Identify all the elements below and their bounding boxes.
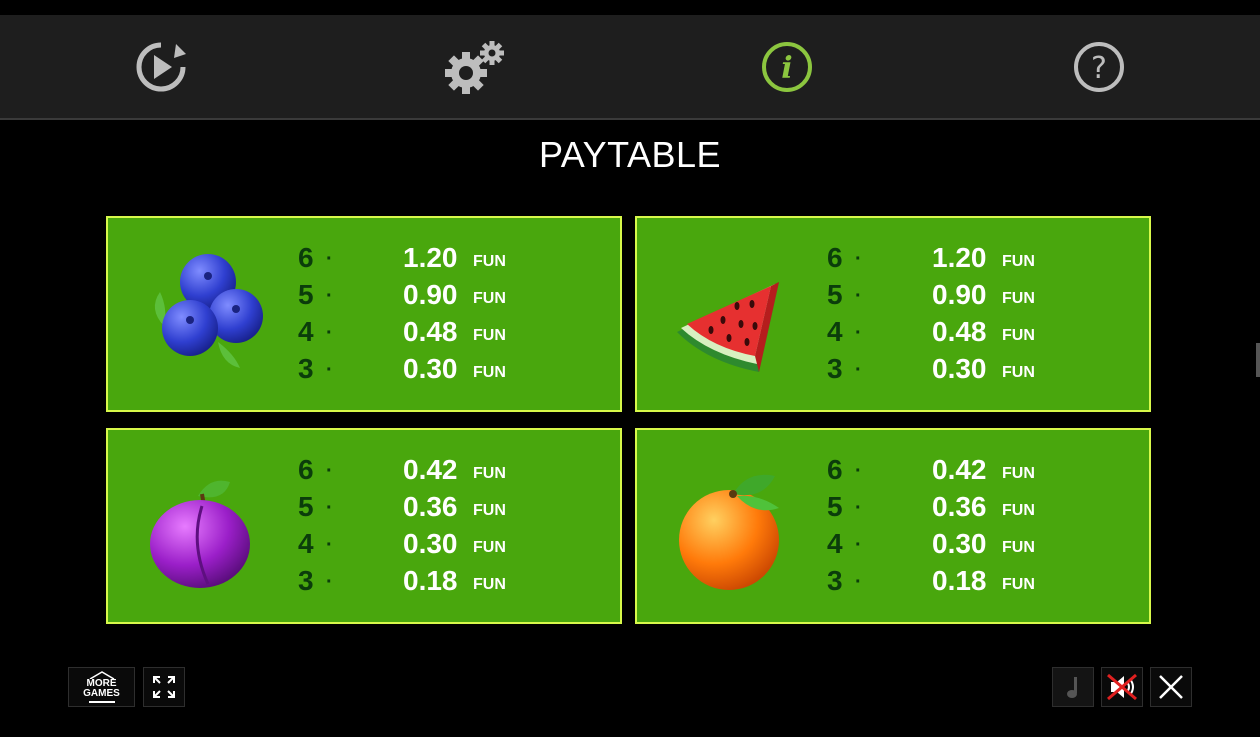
payout-row: 5 · 0.90 FUN xyxy=(827,279,1035,310)
sound-muted-icon xyxy=(1107,673,1137,701)
currency-label: FUN xyxy=(473,576,506,593)
svg-text:?: ? xyxy=(1091,51,1107,86)
payout-row: 6 · 1.20 FUN xyxy=(298,242,506,273)
payout-row: 4 · 0.30 FUN xyxy=(827,528,1035,559)
currency-label: FUN xyxy=(1002,253,1035,270)
close-button[interactable] xyxy=(1150,667,1192,707)
autoplay-icon xyxy=(136,42,186,92)
payout-value: 1.20 xyxy=(932,242,987,273)
payout-list: 6 · 0.42 FUN 5 · 0.36 FUN 4 · 0.30 FUN 3 · 0… xyxy=(827,454,1087,602)
orange-icon xyxy=(679,474,779,590)
payout-value: 0.30 xyxy=(932,353,987,384)
payout-value: 0.30 xyxy=(932,528,987,559)
sound-toggle-button[interactable] xyxy=(1101,667,1143,707)
symbol-count: 3 xyxy=(298,565,314,596)
payout-row: 5 · 0.36 FUN xyxy=(298,491,506,522)
more-games-label: MORE GAMES xyxy=(83,678,120,699)
side-scroll-tab[interactable] xyxy=(1256,343,1260,377)
currency-label: FUN xyxy=(1002,465,1035,482)
symbol-count: 4 xyxy=(827,528,843,559)
fullscreen-icon xyxy=(153,676,175,698)
symbol-count: 4 xyxy=(298,316,314,347)
paytable-panel-orange: 6 · 0.42 FUN 5 · 0.36 FUN 4 · 0.30 FUN 3 · 0… xyxy=(635,428,1151,624)
payout-value: 0.36 xyxy=(403,491,458,522)
currency-label: FUN xyxy=(473,290,506,307)
currency-label: FUN xyxy=(473,364,506,381)
fullscreen-button[interactable] xyxy=(143,667,185,707)
payout-value: 0.36 xyxy=(932,491,987,522)
payout-row: 6 · 1.20 FUN xyxy=(827,242,1035,273)
top-bar: i ? xyxy=(0,15,1260,120)
currency-label: FUN xyxy=(473,539,506,556)
payout-value: 0.90 xyxy=(932,279,987,310)
payout-row: 3 · 0.18 FUN xyxy=(827,565,1035,596)
payout-row: 6 · 0.42 FUN xyxy=(827,454,1035,485)
svg-text:i: i xyxy=(781,51,792,86)
currency-label: FUN xyxy=(473,253,506,270)
payout-row: 3 · 0.18 FUN xyxy=(298,565,506,596)
symbol-count: 5 xyxy=(827,491,843,522)
autoplay-button[interactable] xyxy=(131,37,191,97)
payout-list: 6 · 1.20 FUN 5 · 0.90 FUN 4 · 0.48 FUN 3 · 0… xyxy=(298,242,558,390)
watermelon-icon xyxy=(677,282,779,372)
payout-value: 0.90 xyxy=(403,279,458,310)
symbol-count: 3 xyxy=(298,353,314,384)
symbol-count: 4 xyxy=(298,528,314,559)
payout-row: 5 · 0.90 FUN xyxy=(298,279,506,310)
symbol-count: 3 xyxy=(827,565,843,596)
payout-value: 0.48 xyxy=(932,316,987,347)
symbol-count: 4 xyxy=(827,316,843,347)
settings-button[interactable] xyxy=(442,37,508,97)
symbol-count: 3 xyxy=(827,353,843,384)
symbol-count: 5 xyxy=(827,279,843,310)
payout-value: 0.42 xyxy=(932,454,987,485)
payout-row: 6 · 0.42 FUN xyxy=(298,454,506,485)
payout-row: 4 · 0.30 FUN xyxy=(298,528,506,559)
plum-icon xyxy=(150,480,250,588)
music-button[interactable] xyxy=(1052,667,1094,707)
payout-list: 6 · 0.42 FUN 5 · 0.36 FUN 4 · 0.30 FUN 3 · 0… xyxy=(298,454,558,602)
payout-list: 6 · 1.20 FUN 5 · 0.90 FUN 4 · 0.48 FUN 3 · 0… xyxy=(827,242,1087,390)
currency-label: FUN xyxy=(1002,576,1035,593)
currency-label: FUN xyxy=(1002,290,1035,307)
symbol-count: 6 xyxy=(827,242,843,273)
page-title: PAYTABLE xyxy=(538,134,722,175)
currency-label: FUN xyxy=(473,327,506,344)
settings-icon xyxy=(445,41,504,94)
more-games-button[interactable]: MORE GAMES xyxy=(68,667,135,707)
paytable-panel-plum: 6 · 0.42 FUN 5 · 0.36 FUN 4 · 0.30 FUN 3 · 0… xyxy=(106,428,622,624)
payout-value: 0.30 xyxy=(403,353,458,384)
paytable-panel-watermelon: 6 · 1.20 FUN 5 · 0.90 FUN 4 · 0.48 FUN 3 · 0… xyxy=(635,216,1151,412)
payout-row: 5 · 0.36 FUN xyxy=(827,491,1035,522)
symbol-count: 5 xyxy=(298,491,314,522)
payout-value: 0.18 xyxy=(932,565,987,596)
blueberries-icon xyxy=(154,254,263,368)
paytable-panel-blueberries: 6 · 1.20 FUN 5 · 0.90 FUN 4 · 0.48 FUN 3 · 0… xyxy=(106,216,622,412)
help-icon: ? xyxy=(1074,42,1124,92)
music-note-icon xyxy=(1067,677,1077,698)
info-button[interactable]: i xyxy=(757,37,817,97)
payout-row: 4 · 0.48 FUN xyxy=(827,316,1035,347)
payout-value: 0.30 xyxy=(403,528,458,559)
help-button[interactable]: ? xyxy=(1069,37,1129,97)
symbol-count: 6 xyxy=(827,454,843,485)
currency-label: FUN xyxy=(1002,327,1035,344)
payout-value: 0.42 xyxy=(403,454,458,485)
payout-row: 3 · 0.30 FUN xyxy=(827,353,1035,384)
payout-value: 0.18 xyxy=(403,565,458,596)
currency-label: FUN xyxy=(473,502,506,519)
symbol-count: 6 xyxy=(298,242,314,273)
payout-row: 4 · 0.48 FUN xyxy=(298,316,506,347)
info-icon: i xyxy=(762,42,812,92)
currency-label: FUN xyxy=(473,465,506,482)
symbol-count: 6 xyxy=(298,454,314,485)
currency-label: FUN xyxy=(1002,539,1035,556)
payout-value: 1.20 xyxy=(403,242,458,273)
payout-row: 3 · 0.30 FUN xyxy=(298,353,506,384)
payout-value: 0.48 xyxy=(403,316,458,347)
close-icon xyxy=(1159,675,1183,699)
symbol-count: 5 xyxy=(298,279,314,310)
currency-label: FUN xyxy=(1002,364,1035,381)
currency-label: FUN xyxy=(1002,502,1035,519)
